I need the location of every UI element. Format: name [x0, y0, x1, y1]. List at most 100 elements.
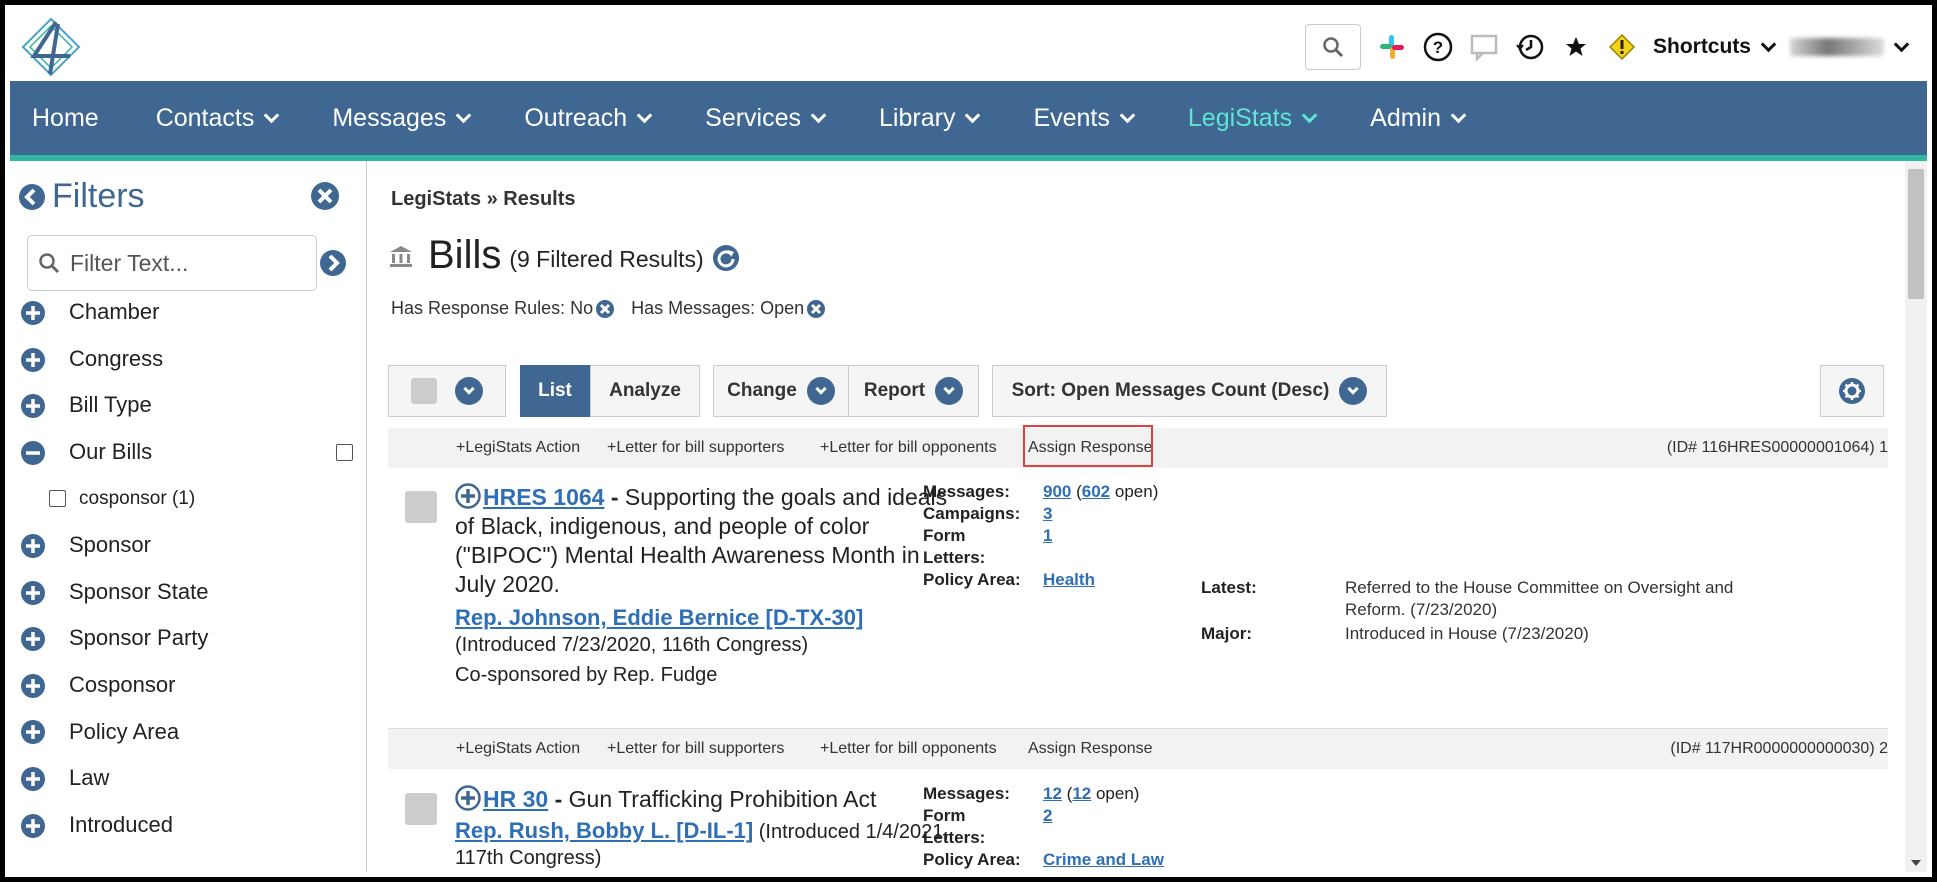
global-search-button[interactable] — [1304, 24, 1361, 70]
policy-area-link[interactable]: Health — [1043, 569, 1095, 591]
remove-filter-icon[interactable] — [595, 299, 615, 319]
introduced-text: (Introduced 7/23/2020, 116th Congress) — [455, 634, 809, 656]
filter-congress[interactable]: Congress — [10, 336, 366, 383]
nav-library[interactable]: Library — [850, 104, 1004, 133]
letter-opponents-link[interactable]: +Letter for bill opponents — [820, 740, 997, 758]
stat-label: Messages: — [923, 784, 1010, 803]
chevron-down-icon — [1760, 36, 1777, 52]
shortcuts-menu[interactable]: Shortcuts — [1653, 35, 1777, 59]
chat-icon[interactable] — [1469, 32, 1499, 62]
close-icon[interactable] — [310, 181, 340, 211]
messages-count-link[interactable]: 12 — [1043, 784, 1062, 803]
minus-circle-icon — [21, 440, 45, 465]
slack-icon[interactable] — [1377, 32, 1407, 62]
plus-circle-icon — [21, 720, 45, 745]
expand-plus-icon[interactable] — [455, 483, 481, 509]
sort-menu-button[interactable]: Sort: Open Messages Count (Desc) — [992, 365, 1387, 417]
nav-label: LegiStats — [1187, 103, 1293, 132]
status-label: Major: — [1201, 624, 1252, 643]
scroll-down-arrow-icon[interactable] — [1911, 860, 1921, 866]
nav-events[interactable]: Events — [1004, 104, 1158, 133]
filter-cosponsor[interactable]: Cosponsor — [10, 662, 366, 709]
history-icon[interactable] — [1515, 32, 1545, 62]
bill-status: Latest: Referred to the House Committee o… — [1201, 577, 1761, 645]
filter-text-input[interactable] — [70, 249, 290, 277]
alert-icon[interactable] — [1607, 32, 1637, 62]
assign-response-link[interactable]: Assign Response — [1028, 740, 1153, 758]
stat-value: 12 (12 open) — [1043, 784, 1140, 803]
chevron-down-icon — [1301, 107, 1318, 123]
report-label: Report — [863, 380, 926, 401]
messages-count-link[interactable]: 900 — [1043, 482, 1071, 501]
filter-chip-label: Has Response Rules: No — [391, 298, 594, 318]
settings-button[interactable] — [1820, 365, 1884, 417]
campaigns-count-link[interactable]: 3 — [1043, 503, 1052, 525]
select-all-checkbox[interactable] — [411, 378, 437, 404]
filter-label: Cosponsor — [69, 672, 176, 698]
chevron-down-icon — [264, 107, 280, 123]
arrow-right-icon[interactable] — [319, 249, 347, 277]
filter-cosponsor-option[interactable]: cosponsor (1) — [10, 475, 366, 522]
user-menu[interactable] — [1790, 36, 1910, 56]
list-view-button[interactable]: List — [520, 365, 590, 417]
letter-opponents-link[interactable]: +Letter for bill opponents — [820, 439, 997, 457]
bill-id-link[interactable]: HR 30 — [483, 786, 548, 812]
filter-our-bills[interactable]: Our Bills — [10, 429, 366, 476]
app-logo[interactable] — [20, 16, 82, 78]
open-messages-link[interactable]: 602 — [1082, 482, 1110, 501]
expand-plus-icon[interactable] — [455, 785, 481, 811]
cosponsor-checkbox[interactable] — [49, 490, 66, 508]
filter-policy-area[interactable]: Policy Area — [10, 708, 366, 755]
filter-text-field[interactable] — [27, 235, 317, 291]
results-panel: LegiStats » Results Bills (9 Filtered Re… — [368, 161, 1927, 872]
nav-services[interactable]: Services — [676, 104, 850, 133]
filter-sponsor-party[interactable]: Sponsor Party — [10, 615, 366, 662]
nav-contacts[interactable]: Contacts — [127, 104, 304, 133]
bill-id-link[interactable]: HRES 1064 — [483, 484, 604, 510]
top-icons: ? Shortcuts — [1304, 24, 1910, 70]
plus-circle-icon — [21, 533, 45, 558]
vertical-scrollbar[interactable] — [1905, 161, 1927, 872]
policy-area-link[interactable]: Crime and Law — [1043, 849, 1164, 871]
nav-home[interactable]: Home — [10, 104, 127, 133]
capitol-icon — [390, 245, 412, 267]
bill-stats: Messages: 12 (12 open) Form 2 Letters: Pol… — [923, 783, 1164, 871]
letter-supporters-link[interactable]: +Letter for bill supporters — [607, 740, 784, 758]
sponsor-link[interactable]: Rep. Johnson, Eddie Bernice [D-TX-30] — [455, 605, 863, 630]
analyze-button[interactable]: Analyze — [590, 365, 700, 417]
legistats-action-link[interactable]: +LegiStats Action — [456, 439, 580, 457]
star-icon[interactable] — [1561, 32, 1591, 62]
nav-admin[interactable]: Admin — [1341, 104, 1490, 133]
open-messages-link[interactable]: 12 — [1072, 784, 1091, 803]
refresh-icon[interactable] — [712, 244, 740, 272]
filter-bill-type[interactable]: Bill Type — [10, 382, 366, 429]
report-menu-button[interactable]: Report — [848, 365, 979, 417]
filter-chamber[interactable]: Chamber — [10, 289, 366, 336]
our-bills-checkbox[interactable] — [336, 443, 353, 461]
nav-outreach[interactable]: Outreach — [495, 104, 676, 133]
filter-sponsor-state[interactable]: Sponsor State — [10, 569, 366, 616]
sponsor-link[interactable]: Rep. Rush, Bobby L. [D-IL-1] — [455, 818, 753, 843]
select-all-dropdown[interactable] — [388, 365, 506, 417]
status-value: Introduced in House (7/23/2020) — [1345, 624, 1589, 643]
scrollbar-thumb[interactable] — [1908, 169, 1924, 299]
bill-title: Gun Trafficking Prohibition Act — [568, 786, 877, 812]
form-count-link[interactable]: 1 — [1043, 525, 1052, 547]
letter-supporters-link[interactable]: +Letter for bill supporters — [607, 439, 784, 457]
filter-sponsor[interactable]: Sponsor — [10, 522, 366, 569]
filter-introduced[interactable]: Introduced — [10, 802, 366, 849]
stat-label: Campaigns: — [923, 504, 1021, 523]
change-menu-button[interactable]: Change — [713, 365, 849, 417]
collapse-left-icon[interactable] — [18, 183, 46, 211]
record-checkbox[interactable] — [405, 491, 437, 523]
nav-legistats[interactable]: LegiStats — [1159, 104, 1341, 133]
record-checkbox[interactable] — [405, 793, 437, 825]
help-icon[interactable]: ? — [1423, 32, 1453, 62]
remove-filter-icon[interactable] — [806, 299, 826, 319]
stat-messages: Messages: 12 (12 open) — [923, 783, 1164, 805]
legistats-action-link[interactable]: +LegiStats Action — [456, 740, 580, 758]
filter-law[interactable]: Law — [10, 755, 366, 802]
plus-circle-icon — [21, 347, 45, 372]
form-count-link[interactable]: 2 — [1043, 805, 1052, 827]
nav-messages[interactable]: Messages — [303, 104, 495, 133]
